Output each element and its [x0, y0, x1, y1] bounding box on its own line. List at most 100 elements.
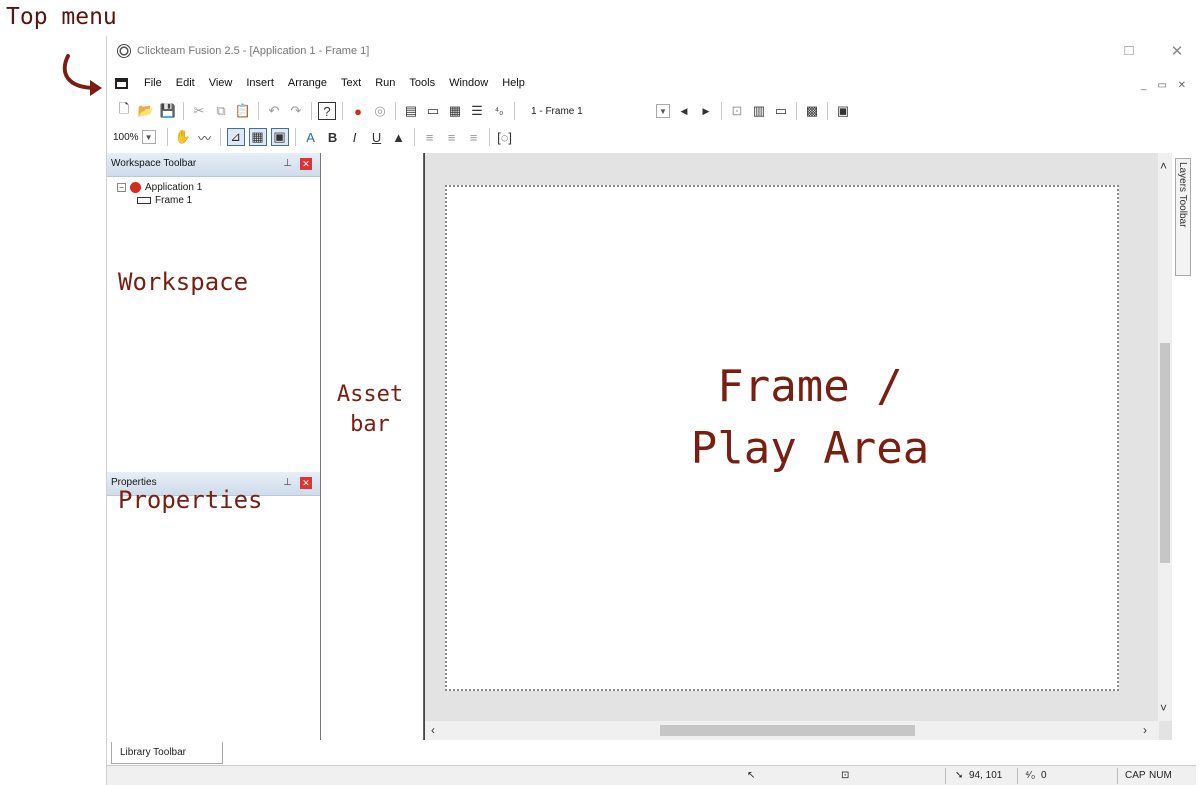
tree-item-label: Application 1: [145, 182, 203, 193]
menu-item-insert[interactable]: Insert: [239, 77, 281, 89]
align-left-icon[interactable]: ≡: [421, 128, 439, 146]
toolbar-separator: [294, 128, 296, 146]
num-lock-indicator: NUM: [1149, 770, 1172, 781]
close-button[interactable]: ✕: [1165, 42, 1189, 60]
fit-selection-icon[interactable]: [◌]: [496, 128, 514, 146]
application-icon: [130, 182, 141, 193]
path-tool-icon[interactable]: 〰: [196, 128, 214, 146]
status-bar: ↖ ⊡ ➘ 94, 101 ⁴⁄₀ 0 CAP NUM: [107, 765, 1196, 785]
undo-icon[interactable]: ↶: [265, 102, 283, 120]
run-frame-icon[interactable]: ◎: [371, 102, 389, 120]
menu-item-view[interactable]: View: [202, 77, 240, 89]
toolbar-separator: [514, 102, 515, 120]
workspace-tree: − Application 1 Frame 1: [117, 181, 202, 207]
italic-icon[interactable]: I: [346, 128, 364, 146]
movie-icon[interactable]: ▣: [834, 102, 852, 120]
maximize-button[interactable]: □: [1117, 42, 1141, 59]
event-editor-icon[interactable]: ▦: [446, 102, 464, 120]
copy-icon[interactable]: ⧉: [212, 102, 230, 120]
bold-icon[interactable]: B: [324, 128, 342, 146]
next-frame-icon[interactable]: ▶: [697, 102, 715, 120]
asset-bar: [321, 153, 424, 740]
annotation-top-menu: Top menu: [6, 4, 117, 30]
cursor-arrow-icon: ↖: [747, 770, 756, 781]
toolbar-separator: [721, 102, 722, 120]
align-right-icon[interactable]: ≡: [465, 128, 483, 146]
toolbar-separator: [395, 102, 396, 120]
pin-icon[interactable]: ⊥: [283, 158, 292, 169]
close-icon[interactable]: ✕: [300, 477, 312, 489]
menu-item-run[interactable]: Run: [368, 77, 402, 89]
chevron-down-icon[interactable]: ▼: [141, 130, 156, 144]
font-icon[interactable]: A: [302, 128, 320, 146]
open-folder-icon[interactable]: 📂: [137, 102, 155, 120]
layers-icon[interactable]: ▩: [803, 102, 821, 120]
frame-editor-icon[interactable]: ▭: [424, 102, 442, 120]
toolbar-separator: [796, 102, 797, 120]
toolbar-separator: [166, 128, 168, 146]
menu-item-edit[interactable]: Edit: [169, 77, 202, 89]
grid-setup-icon[interactable]: ▣: [270, 128, 289, 146]
toolbar-separator: [258, 102, 259, 120]
align-center-icon[interactable]: ≡: [443, 128, 461, 146]
window-tool-icon[interactable]: ▭: [772, 102, 790, 120]
tree-item-label: Frame 1: [155, 195, 193, 206]
menu-item-window[interactable]: Window: [442, 77, 495, 89]
cut-icon[interactable]: ✂: [190, 102, 208, 120]
text-color-icon[interactable]: ▲: [390, 128, 408, 146]
menu-item-text[interactable]: Text: [334, 77, 368, 89]
event-list-editor-icon[interactable]: ☰: [468, 102, 486, 120]
annotation-asset-bar: Asset bar: [322, 380, 418, 440]
layers-toolbar-label: Layers Toolbar: [1177, 162, 1188, 228]
zoom-value: 100%: [113, 131, 139, 143]
help-icon[interactable]: ?: [318, 102, 336, 120]
vertical-scrollbar[interactable]: ˄ ˅: [1158, 153, 1172, 721]
chevron-down-icon[interactable]: ▼: [656, 104, 670, 118]
previous-frame-icon[interactable]: ◀: [675, 102, 693, 120]
pin-icon[interactable]: ⊥: [283, 477, 292, 488]
scroll-down-icon[interactable]: ˅: [1160, 701, 1167, 715]
storyboard-editor-icon[interactable]: ▤: [402, 102, 420, 120]
menu-item-tools[interactable]: Tools: [402, 77, 442, 89]
zoom-select[interactable]: 100% ▼: [113, 130, 159, 144]
scroll-up-icon[interactable]: ˄: [1160, 159, 1167, 173]
frame-select[interactable]: 1 - Frame 1: [525, 102, 653, 121]
tree-item-application[interactable]: − Application 1: [117, 181, 202, 194]
run-application-icon[interactable]: ●: [349, 102, 367, 120]
snap-to-grid-icon[interactable]: ⊿: [226, 128, 245, 146]
scroll-right-icon[interactable]: ›: [1143, 723, 1147, 737]
scroll-left-icon[interactable]: ‹: [431, 723, 435, 737]
show-grid-icon[interactable]: ▦: [248, 128, 267, 146]
menu-item-file[interactable]: File: [137, 77, 169, 89]
menu-item-arrange[interactable]: Arrange: [281, 77, 334, 89]
data-elements-icon[interactable]: ⁴₀: [490, 102, 508, 120]
caps-lock-indicator: CAP: [1125, 770, 1146, 781]
annotation-asset-line2: bar: [350, 412, 390, 437]
hand-tool-icon[interactable]: ✋: [174, 128, 192, 146]
annotation-asset-line1: Asset: [336, 382, 404, 407]
tree-item-frame[interactable]: Frame 1: [117, 194, 202, 207]
menu-bar: File Edit View Insert Arrange Text Run Tools Win…: [107, 72, 1196, 96]
align-tool-icon[interactable]: ⊡: [728, 102, 746, 120]
library-toolbar-tab[interactable]: Library Toolbar: [111, 742, 223, 764]
paste-icon[interactable]: 📋: [234, 102, 252, 120]
workspace-toolbar-header: Workspace Toolbar ⊥ ✕: [107, 153, 320, 177]
horizontal-scroll-thumb[interactable]: [660, 725, 915, 736]
toolbar-separator: [413, 128, 415, 146]
mouse-coords: 94, 101: [969, 770, 1003, 781]
menu-item-help[interactable]: Help: [495, 77, 532, 89]
underline-icon[interactable]: U: [368, 128, 386, 146]
save-icon[interactable]: 💾: [159, 102, 177, 120]
close-icon[interactable]: ✕: [300, 158, 312, 170]
collapse-icon[interactable]: −: [117, 183, 126, 192]
object-tool-icon[interactable]: ▥: [750, 102, 768, 120]
redo-icon[interactable]: ↷: [287, 102, 305, 120]
annotation-workspace: Workspace: [118, 268, 249, 296]
objects-icon: ⁴⁄₀: [1025, 770, 1036, 781]
toolbar-separator: [183, 102, 184, 120]
horizontal-scrollbar[interactable]: ‹ ›: [425, 721, 1159, 740]
mdi-window-controls[interactable]: _ ▭ ✕: [1141, 80, 1190, 91]
new-file-icon[interactable]: 🗋: [115, 101, 133, 120]
document-menu-icon[interactable]: [115, 78, 128, 89]
vertical-scroll-thumb[interactable]: [1160, 343, 1170, 563]
